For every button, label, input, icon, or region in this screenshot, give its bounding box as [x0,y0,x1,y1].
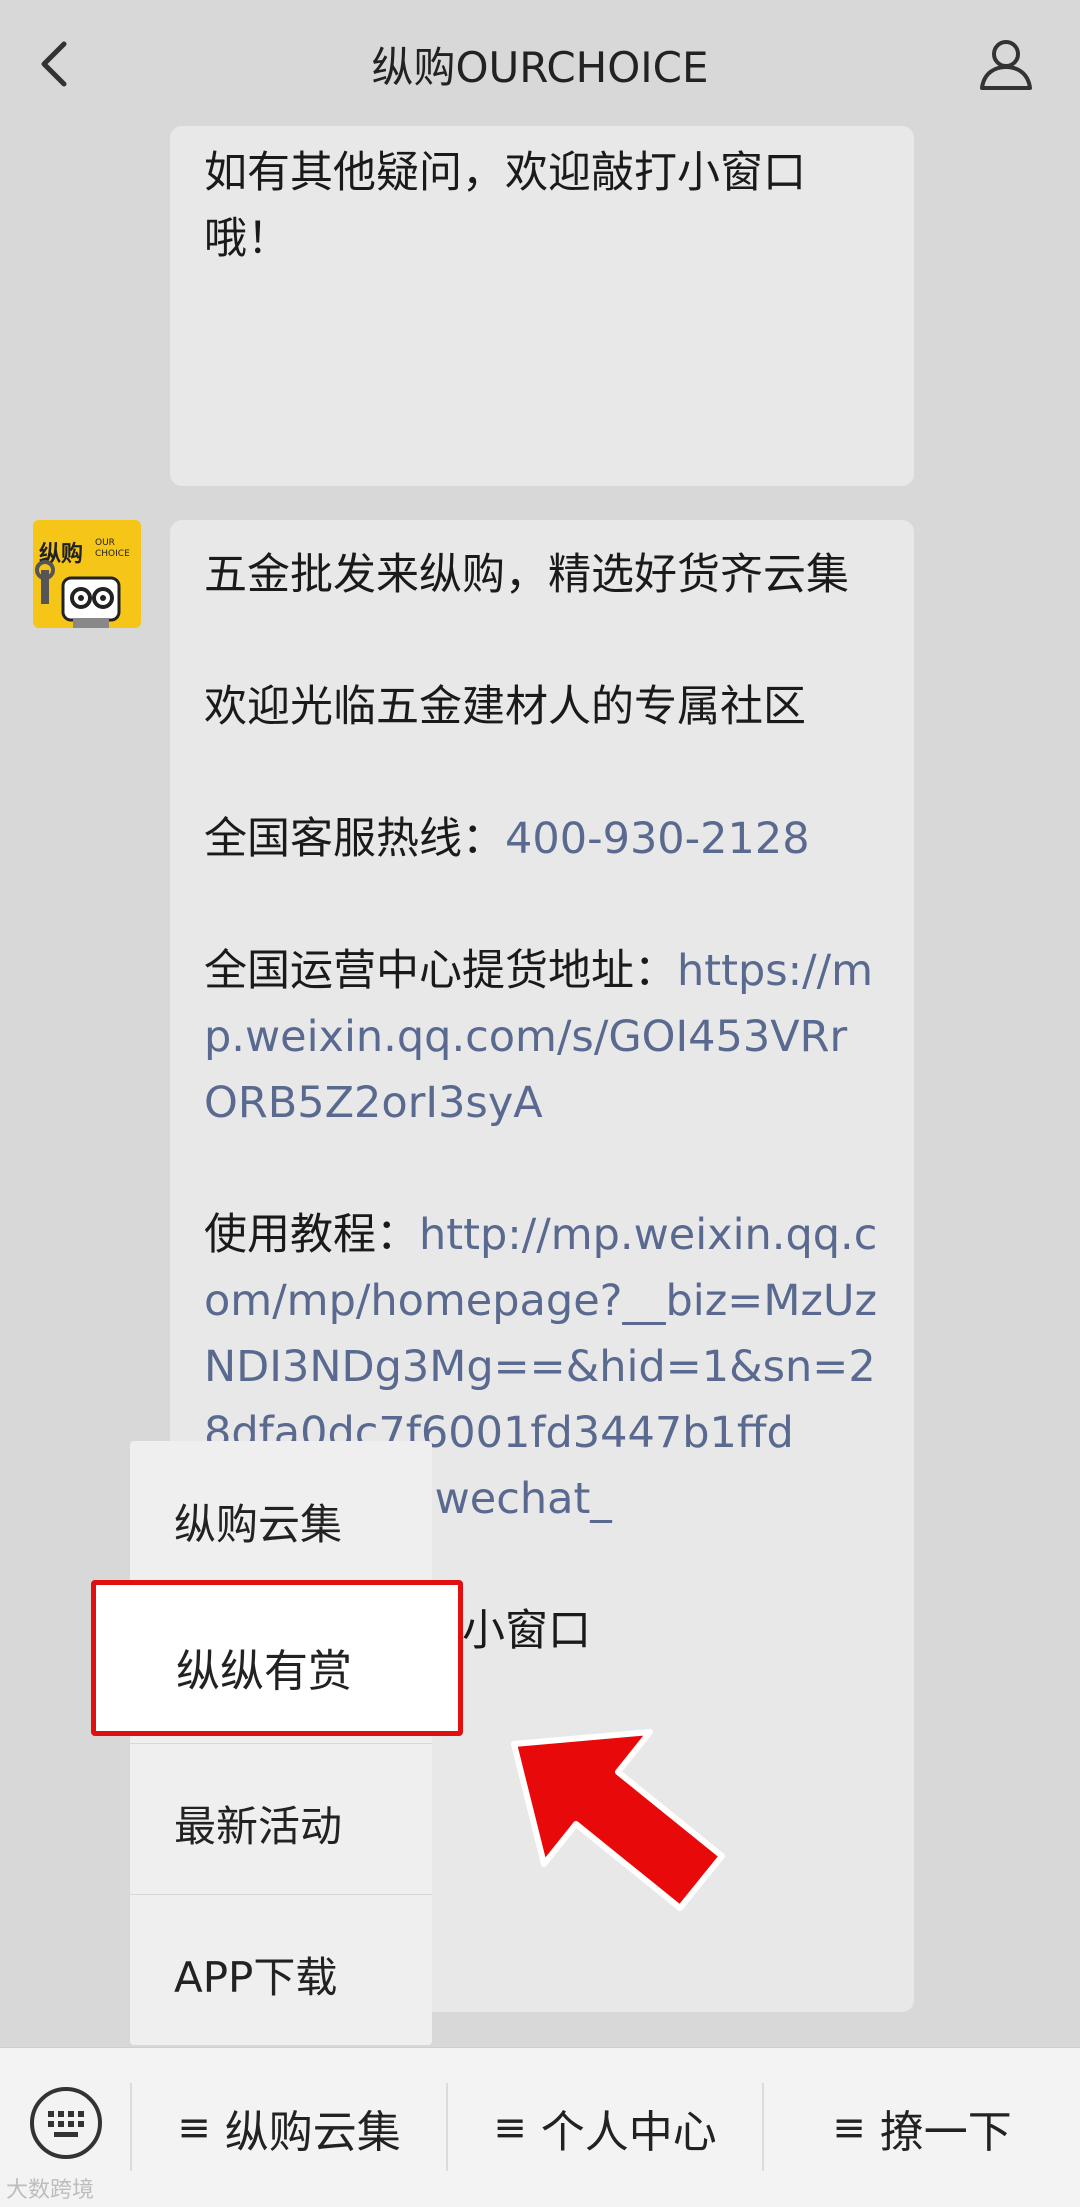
menu-lines-icon: ≡ [177,2104,211,2151]
message-bubble: 如有其他疑问，欢迎敲打小窗口哦！ [170,126,914,486]
message-line: 欢迎光临五金建材人的专属社区 [204,682,806,732]
user-icon[interactable] [978,36,1034,92]
hotline-label: 全国客服热线： [204,814,505,864]
watermark: 大数跨境 [6,2178,95,2203]
menu-button-liao-yixia[interactable]: ≡ 撩一下 [764,2048,1080,2207]
popup-item-label: 最新活动 [174,1802,343,1851]
top-navigation-bar: 纵购OURCHOICE [0,0,1080,126]
page-title: 纵购OURCHOICE [371,43,709,92]
menu-button-label: 撩一下 [879,2106,1012,2158]
popup-item-zongzong-youshang[interactable]: 纵纵有赏 [91,1580,463,1736]
avatar[interactable]: 纵购 OUR CHOICE [33,520,141,628]
popup-item-label: APP下载 [174,1953,338,2002]
menu-button-label: 个人中心 [540,2106,717,2158]
hotline-line: 全国客服热线：400-930-2128 [204,806,880,872]
robot-mascot-icon [35,560,121,628]
avatar-sub-text: OUR CHOICE [95,538,130,559]
address-label: 全国运营中心提货地址： [204,946,677,996]
menu-button-personal-center[interactable]: ≡ 个人中心 [448,2048,762,2207]
message-line: 五金批发来纵购，精选好货齐云集 [204,550,849,600]
bottom-menu-bar: ≡ 纵购云集 ≡ 个人中心 ≡ 撩一下 [0,2047,1080,2207]
popup-item-label: 纵纵有赏 [176,1646,352,1697]
popup-item-app-download[interactable]: APP下载 [130,1894,432,2044]
popup-item-label: 纵购云集 [174,1500,343,1549]
menu-lines-icon: ≡ [493,2104,527,2151]
submenu-popup: 纵购云集 最新活动 APP下载 [130,1441,432,2045]
keyboard-icon[interactable] [28,2085,104,2161]
address-line: 全国运营中心提货地址：https://mp.weixin.qq.com/s/GO… [204,938,880,1136]
popup-item-zonggou-yunji[interactable]: 纵购云集 [130,1441,432,1591]
menu-button-label: 纵购云集 [224,2106,401,2158]
menu-button-zonggou-yunji[interactable]: ≡ 纵购云集 [132,2048,446,2207]
popup-item-latest-activity[interactable]: 最新活动 [130,1743,432,1893]
message-text: 如有其他疑问，欢迎敲打小窗口哦！ [204,148,806,264]
red-arrow-annotation-icon [511,1729,725,1911]
menu-lines-icon: ≡ [832,2104,866,2151]
tutorial-label: 使用教程： [204,1210,419,1260]
hotline-number-link[interactable]: 400-930-2128 [505,814,810,864]
